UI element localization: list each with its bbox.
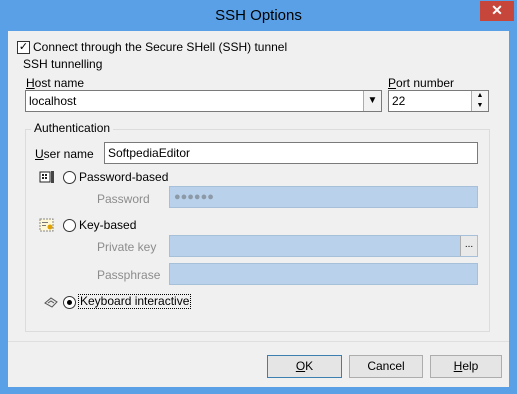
ssh-tunnelling-legend: SSH tunnelling <box>23 57 103 71</box>
password-based-radio[interactable] <box>63 171 76 184</box>
host-name-combobox[interactable]: localhost ▼ <box>25 90 382 112</box>
password-based-label[interactable]: Password-based <box>79 170 168 184</box>
keyboard-icon <box>43 294 59 310</box>
title-bar[interactable]: SSH Options ✕ <box>0 0 517 31</box>
passphrase-field[interactable] <box>169 263 478 285</box>
chevron-down-icon[interactable]: ▼ <box>363 91 381 111</box>
ssh-options-window: SSH Options ✕ ✓ Connect through the Secu… <box>0 0 517 394</box>
password-value: ●●●●●● <box>174 191 214 203</box>
key-file-icon <box>39 217 55 233</box>
spin-down-icon[interactable]: ▼ <box>472 101 488 111</box>
private-key-field[interactable]: ... <box>169 235 478 257</box>
passphrase-label: Passphrase <box>97 268 161 282</box>
private-key-label: Private key <box>97 240 157 254</box>
browse-ellipsis-button[interactable]: ... <box>460 236 477 256</box>
user-name-value: SoftpediaEditor <box>108 146 191 160</box>
host-name-value: localhost <box>29 94 77 108</box>
connect-ssh-label[interactable]: Connect through the Secure SHell (SSH) t… <box>33 40 287 54</box>
password-field[interactable]: ●●●●●● <box>169 186 478 208</box>
button-bar: OK Cancel Help <box>8 341 509 387</box>
user-name-label: User name <box>35 147 94 161</box>
authentication-legend: Authentication <box>31 121 114 135</box>
spin-up-icon[interactable]: ▲ <box>472 91 488 101</box>
password-label: Password <box>97 192 150 206</box>
user-name-field[interactable]: SoftpediaEditor <box>104 142 478 164</box>
key-based-radio[interactable] <box>63 219 76 232</box>
dialog-client-area: ✓ Connect through the Secure SHell (SSH)… <box>8 31 509 387</box>
ok-button[interactable]: OK <box>267 355 342 378</box>
port-number-value: 22 <box>392 94 406 108</box>
port-number-spinner[interactable]: 22 ▲ ▼ <box>388 90 489 112</box>
port-spin-buttons[interactable]: ▲ ▼ <box>471 91 488 111</box>
keyboard-interactive-radio[interactable] <box>63 296 76 309</box>
key-based-label[interactable]: Key-based <box>79 218 136 232</box>
close-button[interactable]: ✕ <box>480 1 514 21</box>
keyboard-interactive-label[interactable]: Keyboard interactive <box>78 294 192 309</box>
port-number-label: Port number <box>388 76 455 90</box>
help-button[interactable]: Help <box>430 355 502 378</box>
host-name-label: Host name <box>26 76 85 90</box>
connect-ssh-checkbox[interactable]: ✓ <box>17 41 30 54</box>
password-keypad-icon <box>39 169 55 185</box>
window-title: SSH Options <box>215 7 302 24</box>
cancel-button[interactable]: Cancel <box>349 355 423 378</box>
